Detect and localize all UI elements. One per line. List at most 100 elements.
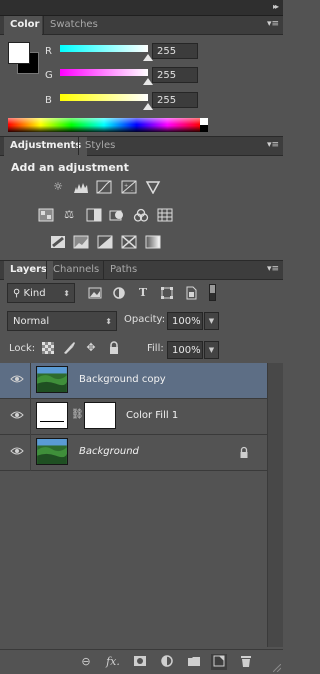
blue-slider[interactable] [60,94,148,101]
fx-icon[interactable]: fx. [105,654,121,670]
channel-g-label: G [45,70,53,81]
layer-row-color-fill-1[interactable]: ⛓ Color Fill 1 [0,399,267,435]
photo-filter-icon[interactable] [109,208,125,222]
lock-all-icon[interactable] [107,341,121,355]
adjustments-panel: Adjustments Styles ▾≡ Add an adjustment … [0,136,283,259]
updown-arrows-icon: ⬍ [105,317,112,326]
layer-name: Background [79,446,139,457]
filter-toggle-switch[interactable] [209,284,216,301]
curves-icon[interactable] [96,180,112,194]
visibility-eye-icon[interactable] [10,446,24,456]
channel-mixer-icon[interactable] [133,208,149,222]
foreground-color-swatch[interactable] [8,42,30,64]
exposure-icon[interactable]: + - [121,180,137,194]
vibrance-icon[interactable] [145,180,161,194]
row-divider [30,363,31,399]
link-layers-icon[interactable]: ⊖ [78,654,94,670]
filter-kind-select[interactable]: ⚲ Kind ⬍ [7,283,75,303]
tab-adjustments[interactable]: Adjustments [4,137,88,156]
adjustment-filter-icon[interactable] [112,286,126,300]
updown-arrows-icon: ⬍ [63,289,70,298]
panel-dock-header: ▸▸ [0,0,283,16]
layers-panel-tabbar: Layers Channels Paths ▾≡ [0,261,283,280]
lock-image-pixels-icon[interactable] [62,341,76,355]
svg-text:+: + [124,183,128,189]
svg-text:-: - [131,188,133,194]
fill-slider-mark [40,421,64,426]
type-filter-icon[interactable]: T [136,286,150,300]
invert-icon[interactable] [50,235,66,249]
new-group-icon[interactable] [186,654,202,670]
black-white-icon[interactable] [86,208,102,222]
green-slider[interactable] [60,69,148,76]
tab-channels[interactable]: Channels [46,261,105,279]
color-lookup-icon[interactable] [157,208,173,222]
fill-dropdown-button[interactable]: ▼ [204,341,219,359]
add-mask-icon[interactable] [132,654,148,670]
fill-field[interactable]: 100% [167,341,203,359]
row-divider [30,435,31,471]
selective-color-icon[interactable] [121,235,137,249]
color-spectrum-bar[interactable] [8,118,208,132]
lock-transparent-pixels-icon[interactable] [41,342,55,356]
pixel-filter-icon[interactable] [88,286,102,300]
green-value-field[interactable]: 255 [152,67,198,83]
tab-color[interactable]: Color [4,16,42,35]
panel-menu-icon[interactable]: ▾≡ [267,19,279,29]
collapse-panels-icon[interactable]: ▸▸ [273,2,279,11]
color-balance-icon[interactable]: ⚖ [61,208,77,222]
layer-thumbnail[interactable] [36,366,68,393]
brightness-contrast-icon[interactable]: ☼ [50,180,66,194]
color-panel: Color Swatches ▾≡ R 255 G 255 B 255 [0,16,283,134]
shape-filter-icon[interactable] [160,286,174,300]
channel-r-label: R [45,46,52,57]
layer-thumbnail[interactable] [36,438,68,465]
opacity-field[interactable]: 100% [167,312,203,330]
panel-menu-icon[interactable]: ▾≡ [267,264,279,274]
layer-row-background-copy[interactable]: Background copy [0,363,267,399]
chain-link-icon[interactable]: ⛓ [71,409,84,423]
lock-label: Lock: [9,343,36,354]
visibility-eye-icon[interactable] [10,410,24,420]
adjustments-panel-tabbar: Adjustments Styles ▾≡ [0,137,283,156]
gradient-map-icon[interactable] [145,235,161,249]
layers-scrollbar[interactable] [267,363,283,647]
blue-value-field[interactable]: 255 [152,92,198,108]
tab-paths[interactable]: Paths [103,261,143,279]
layer-mask-thumbnail[interactable] [84,402,116,429]
tab-swatches[interactable]: Swatches [43,16,104,34]
threshold-icon[interactable] [97,235,113,249]
channel-b-label: B [45,95,52,106]
opacity-dropdown-button[interactable]: ▼ [204,312,219,330]
new-adjustment-icon[interactable] [159,654,175,670]
layers-panel: Layers Channels Paths ▾≡ ⚲ Kind ⬍ T Norm… [0,260,283,674]
panel-menu-icon[interactable]: ▾≡ [267,140,279,150]
hue-saturation-icon[interactable] [38,208,54,222]
smart-object-filter-icon[interactable] [184,286,198,300]
layer-row-background[interactable]: Background [0,435,267,471]
fill-label: Fill: [147,343,164,354]
fill-layer-thumbnail[interactable] [36,402,68,429]
red-value-field[interactable]: 255 [152,43,198,59]
delete-layer-icon[interactable] [238,654,254,670]
adjustments-title: Add an adjustment [11,161,129,174]
tab-styles[interactable]: Styles [78,137,121,155]
blend-mode-select[interactable]: Normal ⬍ [7,311,117,331]
layer-name: Background copy [79,374,166,385]
posterize-icon[interactable] [73,235,89,249]
lock-icon [240,446,248,458]
layer-name: Color Fill 1 [126,410,179,421]
filter-kind-value: Kind [23,288,46,299]
layers-list: Background copy ⛓ Color Fill 1 Backgroun… [0,363,267,647]
lock-position-icon[interactable]: ✥ [84,341,98,355]
visibility-eye-icon[interactable] [10,374,24,384]
new-layer-icon[interactable] [211,654,227,670]
search-icon: ⚲ [13,288,21,299]
layers-footer-toolbar: ⊖ fx. [0,649,283,674]
levels-icon[interactable] [73,180,89,194]
color-panel-tabbar: Color Swatches ▾≡ [0,16,283,35]
red-slider[interactable] [60,45,148,52]
resize-grip-icon[interactable] [273,664,281,672]
row-divider [30,399,31,435]
opacity-label: Opacity: [124,314,166,325]
